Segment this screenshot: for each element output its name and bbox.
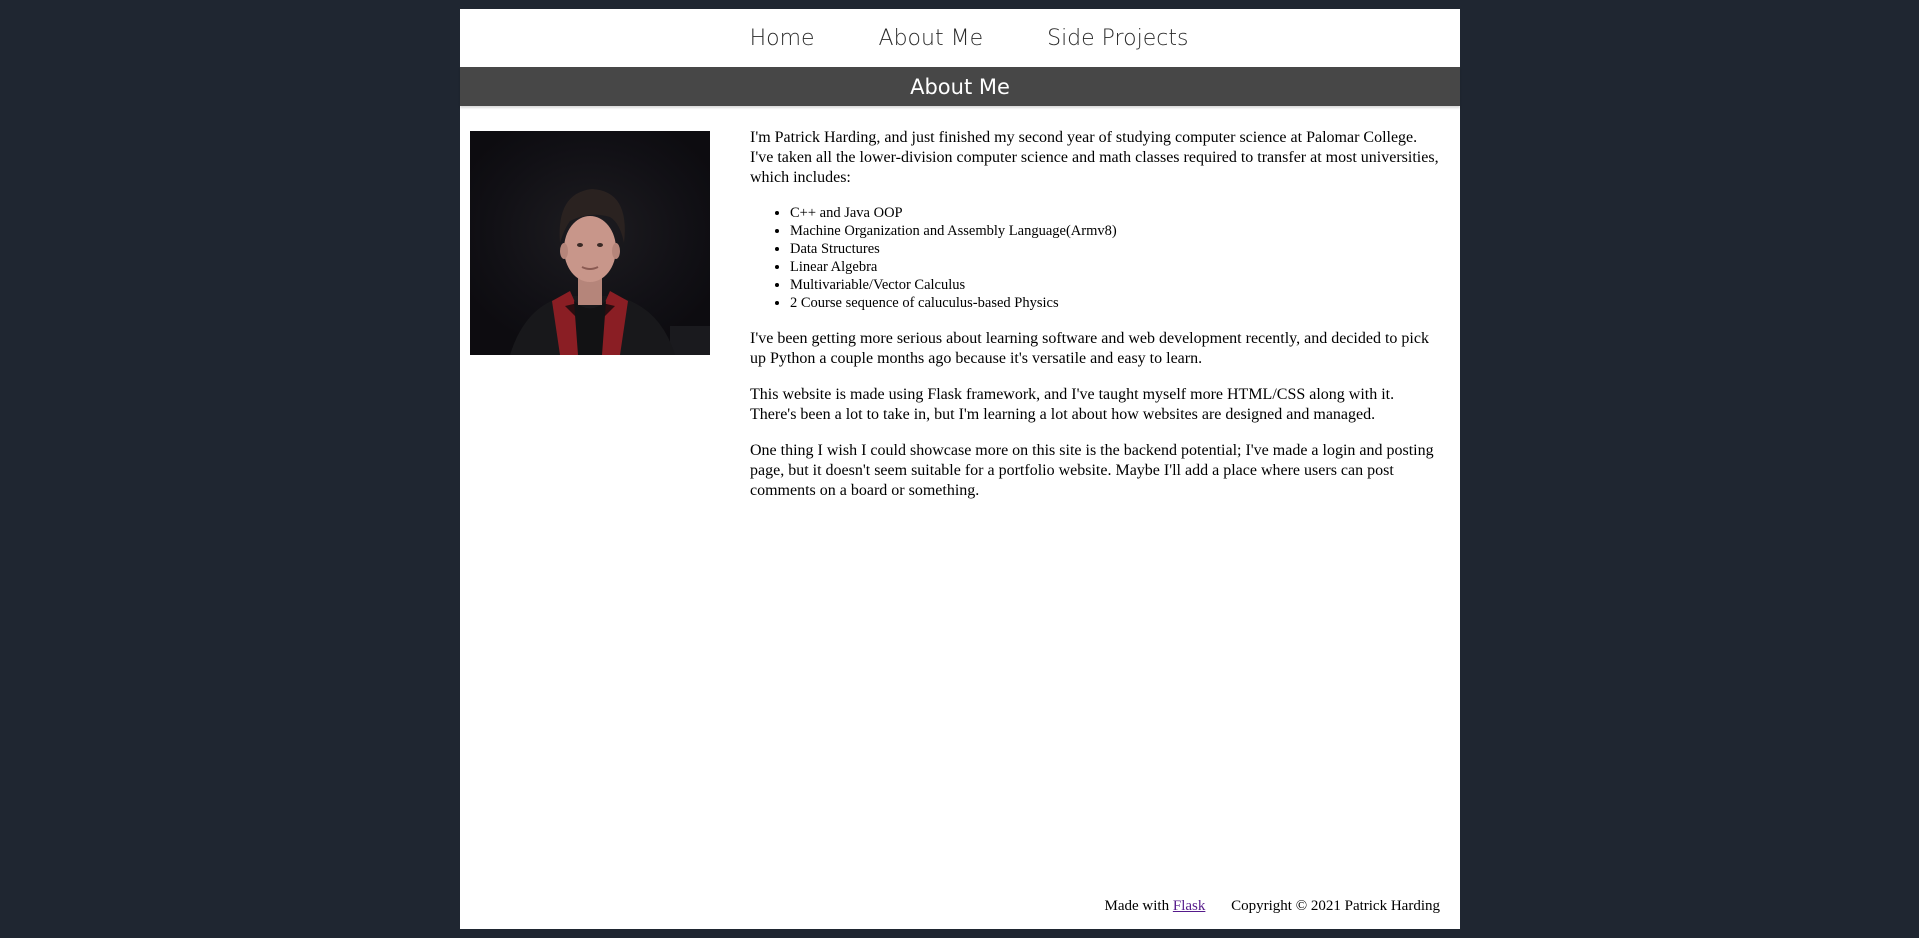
page-container: Home About Me Side Projects About Me I'm… [460, 9, 1460, 929]
footer: Made with Flask Copyright © 2021 Patrick… [1105, 898, 1440, 915]
nav-about-me-link[interactable]: About Me [879, 26, 984, 51]
about-text: I'm Patrick Harding, and just finished m… [750, 128, 1440, 517]
list-item: Data Structures [790, 240, 1440, 258]
nav-home-link[interactable]: Home [750, 26, 815, 51]
page-title: About Me [910, 74, 1010, 99]
top-nav: Home About Me Side Projects [460, 9, 1460, 67]
paragraph-development: I've been getting more serious about lea… [750, 330, 1429, 367]
course-list: C++ and Java OOP Machine Organization an… [750, 204, 1440, 312]
intro-paragraph: I'm Patrick Harding, and just finished m… [750, 129, 1439, 186]
list-item: Linear Algebra [790, 258, 1440, 276]
profile-photo [470, 131, 710, 355]
made-with-label: Made with [1104, 898, 1170, 914]
page-title-bar: About Me [460, 67, 1460, 106]
paragraph-backend: One thing I wish I could showcase more o… [750, 442, 1434, 499]
list-item: C++ and Java OOP [790, 204, 1440, 222]
list-item: 2 Course sequence of caluculus-based Phy… [790, 294, 1440, 312]
flask-link[interactable]: Flask [1173, 898, 1206, 914]
paragraph-flask: This website is made using Flask framewo… [750, 386, 1395, 423]
copyright-text: Copyright © 2021 Patrick Harding [1231, 898, 1440, 914]
list-item: Machine Organization and Assembly Langua… [790, 222, 1440, 240]
nav-side-projects-link[interactable]: Side Projects [1047, 26, 1188, 51]
list-item: Multivariable/Vector Calculus [790, 276, 1440, 294]
